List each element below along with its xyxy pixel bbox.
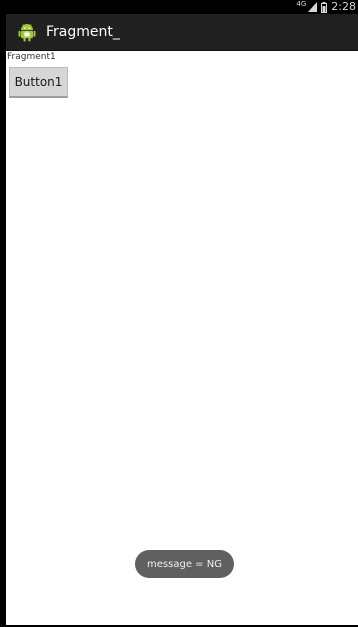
app-title: Fragment_ bbox=[46, 24, 120, 40]
fragment-content: Fragment1 Button1 bbox=[6, 51, 358, 625]
status-bar: 4G 2:28 bbox=[6, 0, 358, 14]
fragment-label: Fragment1 bbox=[7, 52, 56, 62]
network-type-label: 4G bbox=[296, 0, 307, 8]
clock: 2:28 bbox=[331, 0, 356, 13]
action-bar: Fragment_ bbox=[6, 14, 358, 51]
status-icons: 4G 2:28 bbox=[296, 0, 358, 14]
device-screen: 4G 2:28 Fragment_ Fragment1 Button1 mess… bbox=[6, 0, 358, 625]
button1-button[interactable]: Button1 bbox=[9, 67, 68, 98]
android-app-icon[interactable] bbox=[17, 22, 37, 42]
battery-icon bbox=[321, 1, 328, 13]
toast-message: message = NG bbox=[135, 550, 234, 578]
signal-icon bbox=[308, 2, 318, 12]
